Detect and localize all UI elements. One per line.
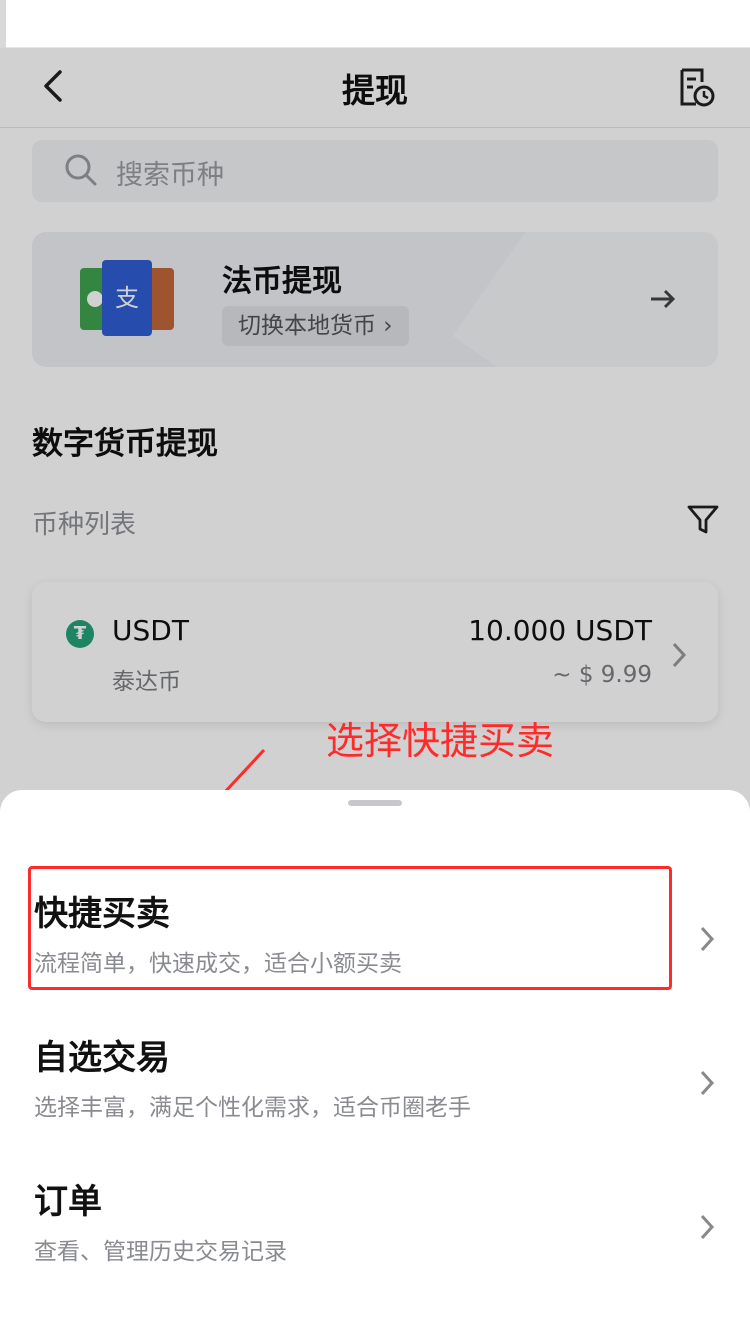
option-subtitle: 选择丰富，满足个性化需求，适合币圈老手 — [34, 1095, 471, 1121]
option-orders[interactable]: 订单 查看、管理历史交易记录 — [0, 1174, 750, 1304]
chevron-right-icon — [700, 1070, 715, 1096]
chevron-right-icon — [700, 926, 715, 952]
top-strip — [0, 0, 750, 48]
option-custom-trade[interactable]: 自选交易 选择丰富，满足个性化需求，适合币圈老手 — [0, 1030, 750, 1160]
annotation-text: 选择快捷买卖 — [326, 719, 555, 763]
option-subtitle: 查看、管理历史交易记录 — [34, 1239, 287, 1265]
option-title: 订单 — [34, 1182, 102, 1222]
annotation-highlight-box — [28, 866, 672, 990]
chevron-right-icon — [700, 1214, 715, 1240]
sheet-handle[interactable] — [348, 800, 402, 806]
top-strip-bar — [0, 0, 6, 48]
option-title: 自选交易 — [34, 1038, 170, 1078]
